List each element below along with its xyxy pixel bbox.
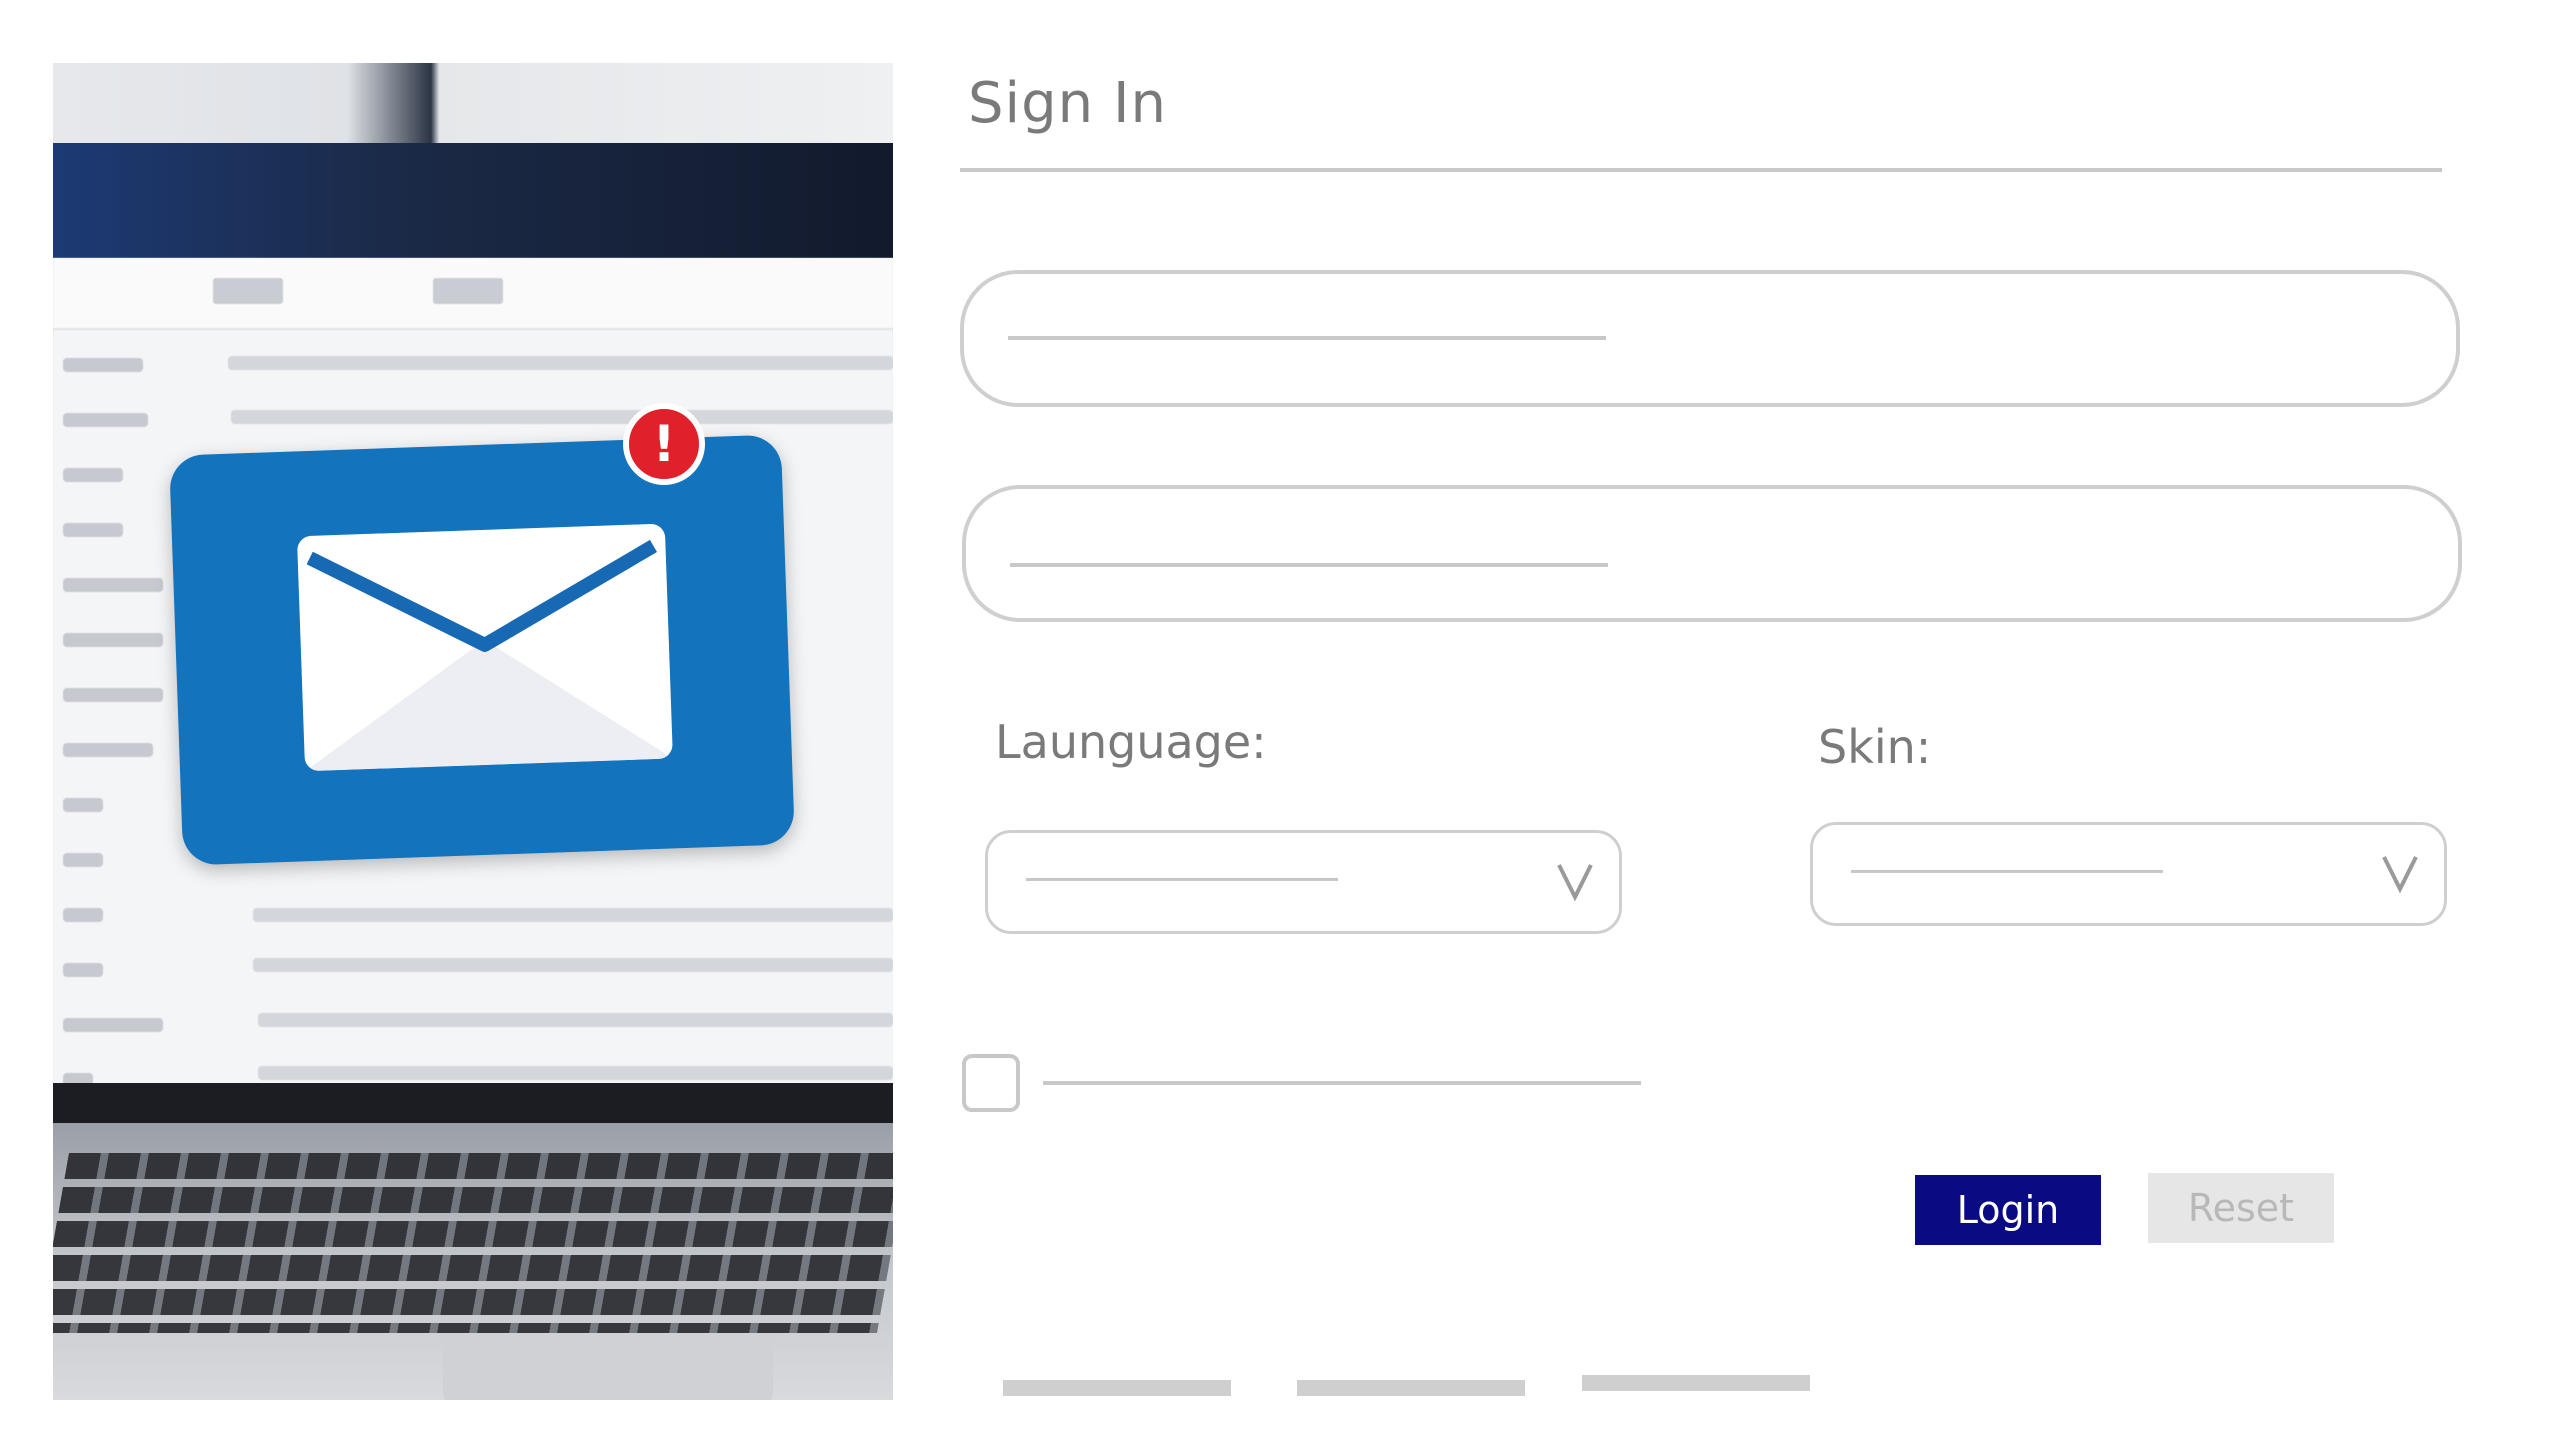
email-row xyxy=(258,1013,893,1027)
email-row xyxy=(63,578,163,592)
alert-badge-icon: ! xyxy=(623,403,705,485)
login-button[interactable]: Login xyxy=(1915,1175,2101,1245)
email-row xyxy=(63,963,103,977)
title-divider xyxy=(960,168,2442,172)
email-tab xyxy=(433,278,503,304)
username-placeholder-line xyxy=(1008,336,1606,340)
email-row xyxy=(63,358,143,372)
keyboard-keys xyxy=(53,1153,893,1333)
language-select-value-line xyxy=(1026,878,1338,881)
email-row xyxy=(63,908,103,922)
email-row xyxy=(63,633,163,647)
email-row xyxy=(253,958,893,972)
laptop-bezel xyxy=(53,143,893,258)
email-row xyxy=(63,468,123,482)
password-placeholder-line xyxy=(1010,563,1608,567)
password-field[interactable] xyxy=(962,485,2462,622)
username-field[interactable] xyxy=(960,270,2460,407)
email-row xyxy=(63,523,123,537)
email-row xyxy=(63,688,163,702)
email-row xyxy=(253,908,893,922)
language-label: Launguage: xyxy=(995,715,1267,769)
footer-link[interactable] xyxy=(1582,1375,1810,1391)
email-row xyxy=(258,1066,893,1080)
skin-label: Skin: xyxy=(1818,720,1932,774)
email-row xyxy=(63,798,103,812)
footer-link[interactable] xyxy=(1003,1380,1231,1396)
language-select[interactable] xyxy=(985,830,1622,934)
email-row xyxy=(231,410,893,424)
chevron-down-icon xyxy=(1557,864,1593,902)
email-tab xyxy=(213,278,283,304)
email-tabbar xyxy=(53,258,893,330)
page-title: Sign In xyxy=(968,71,1167,136)
trackpad xyxy=(443,1333,773,1400)
footer-link[interactable] xyxy=(1297,1380,1525,1396)
email-row xyxy=(228,356,893,370)
skin-select-value-line xyxy=(1851,870,2163,873)
laptop-edge xyxy=(53,1083,893,1123)
chevron-down-icon xyxy=(2382,856,2418,894)
remember-label-line xyxy=(1043,1081,1641,1085)
hero-image: ! xyxy=(53,63,893,1400)
remember-checkbox[interactable] xyxy=(962,1054,1020,1112)
email-row xyxy=(63,853,103,867)
envelope-icon xyxy=(296,523,673,772)
skin-select[interactable] xyxy=(1810,822,2447,926)
reset-button[interactable]: Reset xyxy=(2148,1173,2334,1243)
email-row xyxy=(63,413,148,427)
mail-icon xyxy=(169,434,795,866)
email-row xyxy=(63,1018,163,1032)
email-row xyxy=(63,743,153,757)
